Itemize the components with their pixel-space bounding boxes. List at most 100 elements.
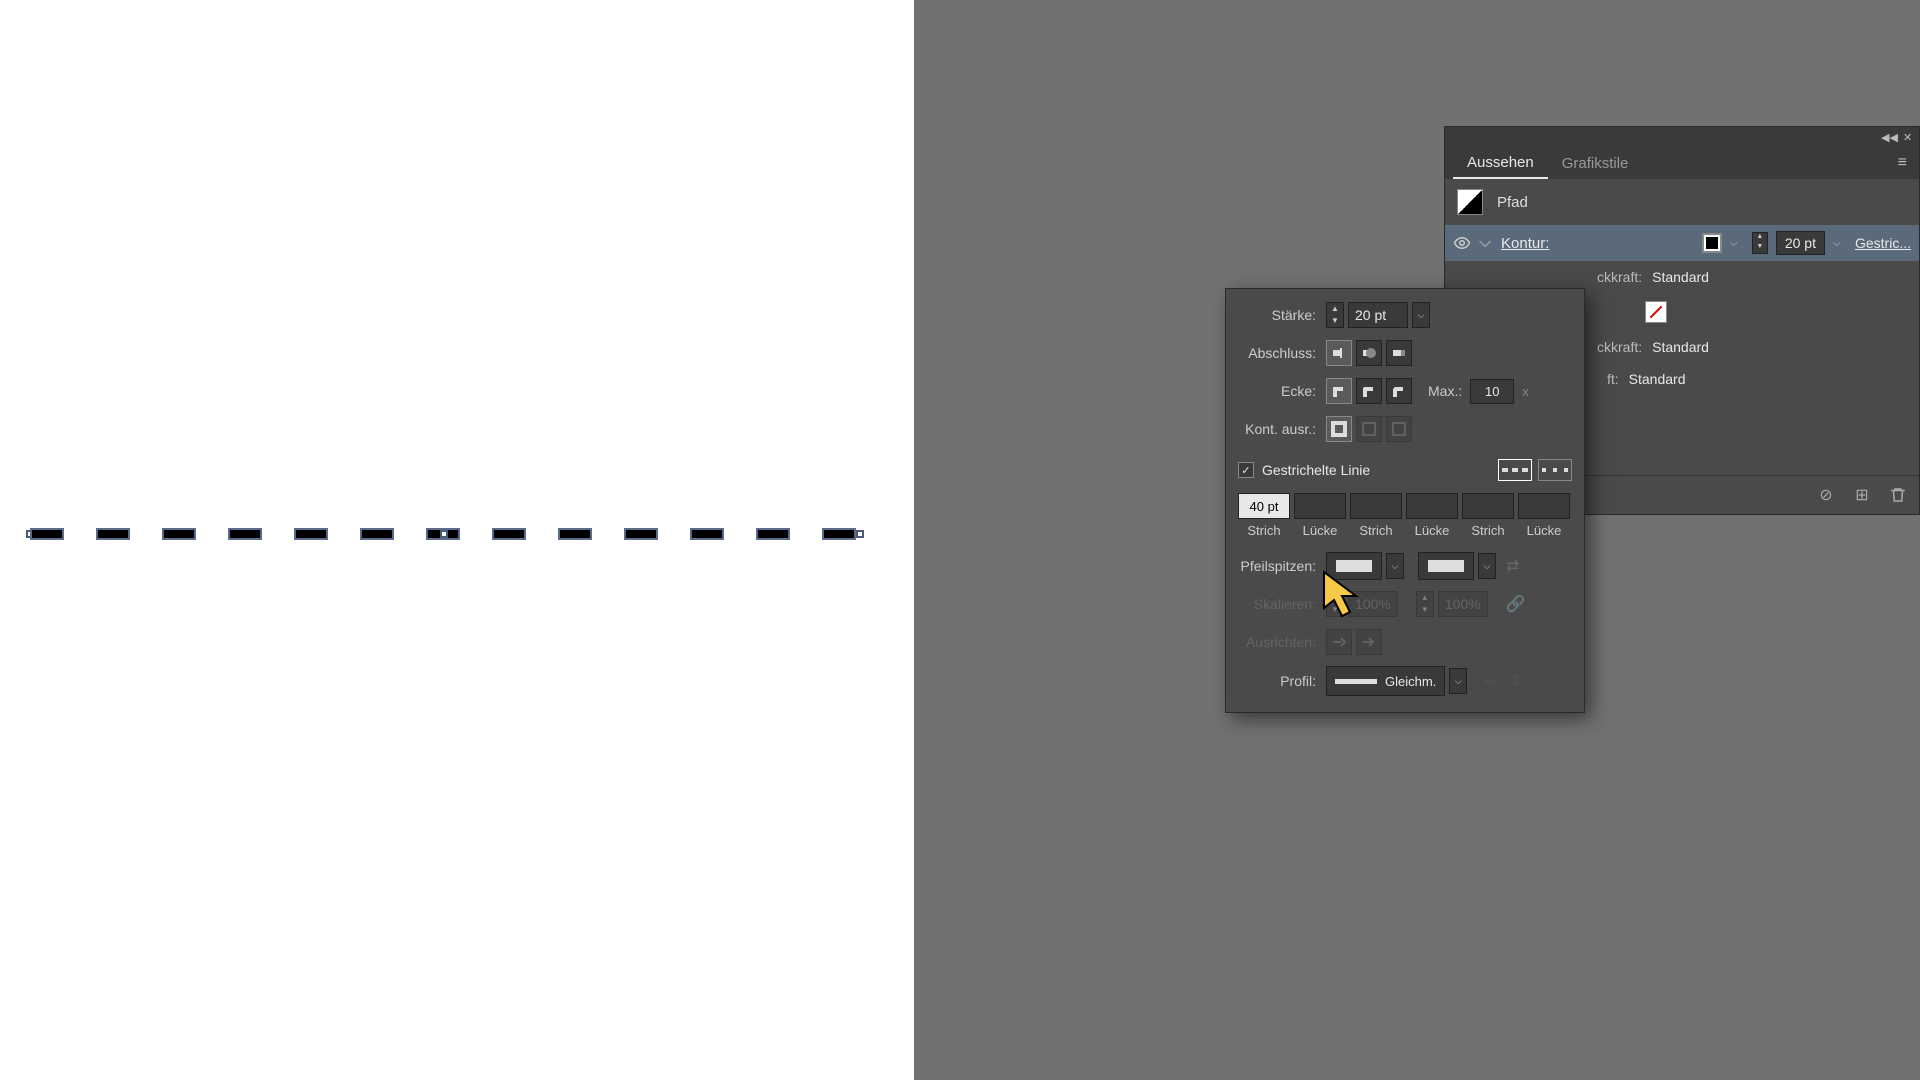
corner-row: Ecke: Max.: x [1238, 377, 1572, 405]
stroke-color-swatch[interactable] [1702, 233, 1722, 253]
scale-row: Skalieren: ▲▼ 100% ▲▼ 100% 🔗 [1238, 590, 1572, 618]
dash-inputs-row [1238, 493, 1572, 519]
profile-dd-icon[interactable]: ⌵ [1449, 668, 1467, 694]
stroke-flyout-panel: Stärke: ▲▼ 20 pt ⌵ Abschluss: Ecke: Max.… [1225, 288, 1585, 713]
collapse-icon[interactable]: ◀◀ [1881, 131, 1893, 143]
gap-input-3[interactable] [1518, 493, 1570, 519]
opacity-value[interactable]: Standard [1652, 269, 1709, 285]
scale-start-stepper: ▲▼ [1326, 591, 1344, 617]
gap-label-3: Lücke [1518, 523, 1570, 538]
corner-round-button[interactable] [1356, 378, 1382, 404]
cap-projecting-button[interactable] [1386, 340, 1412, 366]
dash-input-1[interactable] [1238, 493, 1290, 519]
weight-row: Stärke: ▲▼ 20 pt ⌵ [1238, 301, 1572, 329]
dashed-checkbox[interactable]: ✓ [1238, 462, 1254, 478]
profile-value: Gleichm. [1385, 674, 1436, 689]
arrow-end-dd-icon[interactable]: ⌵ [1478, 553, 1496, 579]
arrow-start-dd-icon[interactable]: ⌵ [1386, 553, 1404, 579]
cap-row: Abschluss: [1238, 339, 1572, 367]
stroke-row[interactable]: ⌵ Kontur: ⌵ ▲▼ 20 pt ⌵ Gestric... [1445, 225, 1919, 261]
dashed-label: Gestrichelte Linie [1262, 462, 1370, 478]
tab-appearance[interactable]: Aussehen [1453, 148, 1548, 179]
dash-label-3: Strich [1462, 523, 1514, 538]
arrowheads-row: Pfeilspitzen: ⌵ ⌵ ⇄ [1238, 552, 1572, 580]
fill-swatch-none[interactable] [1645, 301, 1667, 323]
dash-label-1: Strich [1238, 523, 1290, 538]
miter-label: Max.: [1428, 383, 1466, 399]
profile-dropdown[interactable]: Gleichm. [1326, 666, 1445, 696]
arrow-start-dropdown[interactable] [1326, 552, 1382, 580]
panel-tabs: Aussehen Grafikstile ≡ [1445, 147, 1919, 179]
profile-row: Profil: Gleichm. ⌵ ⇔ ⇕ [1238, 666, 1572, 696]
opacity-value-3[interactable]: Standard [1629, 371, 1686, 387]
opacity-label: ckkraft: [1597, 269, 1642, 285]
stroke-label[interactable]: Kontur: [1501, 235, 1549, 252]
dashed-line-row: ✓ Gestrichelte Linie [1238, 453, 1572, 487]
align-stroke-label: Kont. ausr.: [1238, 421, 1326, 437]
opacity-value-2[interactable]: Standard [1652, 339, 1709, 355]
cap-round-button[interactable] [1356, 340, 1382, 366]
arrow-end-dropdown[interactable] [1418, 552, 1474, 580]
dash-align-button[interactable] [1538, 459, 1572, 481]
gap-label-2: Lücke [1406, 523, 1458, 538]
scale-end-input: 100% [1438, 591, 1488, 617]
weight-dropdown-icon[interactable]: ⌵ [1412, 302, 1430, 328]
corner-miter-button[interactable] [1326, 378, 1352, 404]
color-dropdown-icon[interactable]: ⌵ [1730, 238, 1744, 249]
canvas-area[interactable] [0, 0, 914, 1080]
flip-horizontal-icon: ⇔ [1481, 672, 1497, 690]
dash-preserve-button[interactable] [1498, 459, 1532, 481]
gap-input-2[interactable] [1406, 493, 1458, 519]
new-appearance-icon[interactable]: ⊞ [1853, 486, 1871, 504]
dash-label-2: Strich [1350, 523, 1402, 538]
visibility-icon[interactable] [1453, 234, 1471, 252]
align-arrow-row: Ausrichten: [1238, 628, 1572, 656]
align-arrow-label: Ausrichten: [1238, 634, 1326, 650]
flip-vertical-icon: ⇕ [1509, 671, 1522, 691]
dash-labels-row: Strich Lücke Strich Lücke Strich Lücke [1238, 523, 1572, 538]
scale-link-icon: 🔗 [1506, 594, 1526, 614]
close-icon[interactable]: ✕ [1903, 131, 1915, 143]
weight-input[interactable]: 20 pt [1348, 302, 1408, 328]
tab-graphic-styles[interactable]: Grafikstile [1548, 149, 1643, 178]
corner-label: Ecke: [1238, 383, 1326, 399]
scale-end-stepper: ▲▼ [1416, 591, 1434, 617]
weight-dropdown-icon[interactable]: ⌵ [1833, 238, 1847, 249]
clear-appearance-icon[interactable]: ⊘ [1817, 486, 1835, 504]
expand-icon[interactable]: ⌵ [1479, 234, 1493, 252]
dash-input-2[interactable] [1350, 493, 1402, 519]
miter-x-label: x [1522, 384, 1529, 399]
arrowheads-label: Pfeilspitzen: [1238, 558, 1326, 574]
profile-label: Profil: [1238, 673, 1326, 689]
profile-preview-icon [1335, 679, 1377, 684]
dashed-line-object[interactable] [30, 525, 868, 545]
gap-input-1[interactable] [1294, 493, 1346, 519]
align-center-button[interactable] [1326, 416, 1352, 442]
align-stroke-row: Kont. ausr.: [1238, 415, 1572, 443]
cap-label: Abschluss: [1238, 345, 1326, 361]
weight-stepper[interactable]: ▲▼ [1752, 232, 1768, 254]
scale-label: Skalieren: [1238, 596, 1326, 612]
scale-start-input: 100% [1348, 591, 1398, 617]
weight-value[interactable]: 20 pt [1776, 231, 1825, 255]
opacity-label-3: ft: [1607, 371, 1619, 387]
weight-stepper[interactable]: ▲▼ [1326, 302, 1344, 328]
swap-arrows-icon[interactable]: ⇄ [1506, 556, 1526, 576]
panel-titlebar: ◀◀ ✕ [1445, 127, 1919, 147]
corner-bevel-button[interactable] [1386, 378, 1412, 404]
opacity-label-2: ckkraft: [1597, 339, 1642, 355]
cap-butt-button[interactable] [1326, 340, 1352, 366]
weight-label: Stärke: [1238, 307, 1326, 323]
trash-icon[interactable] [1889, 486, 1907, 504]
align-inside-button [1356, 416, 1382, 442]
dash-link[interactable]: Gestric... [1855, 235, 1911, 251]
object-thumbnail [1457, 189, 1483, 215]
panel-menu-icon[interactable]: ≡ [1894, 150, 1911, 176]
dash-input-3[interactable] [1462, 493, 1514, 519]
miter-limit-input[interactable] [1470, 379, 1514, 404]
align-arrow-extend-button [1326, 629, 1352, 655]
align-outside-button [1386, 416, 1412, 442]
object-type-row: Pfad [1445, 179, 1919, 225]
gap-label-1: Lücke [1294, 523, 1346, 538]
object-type-label: Pfad [1497, 194, 1528, 211]
